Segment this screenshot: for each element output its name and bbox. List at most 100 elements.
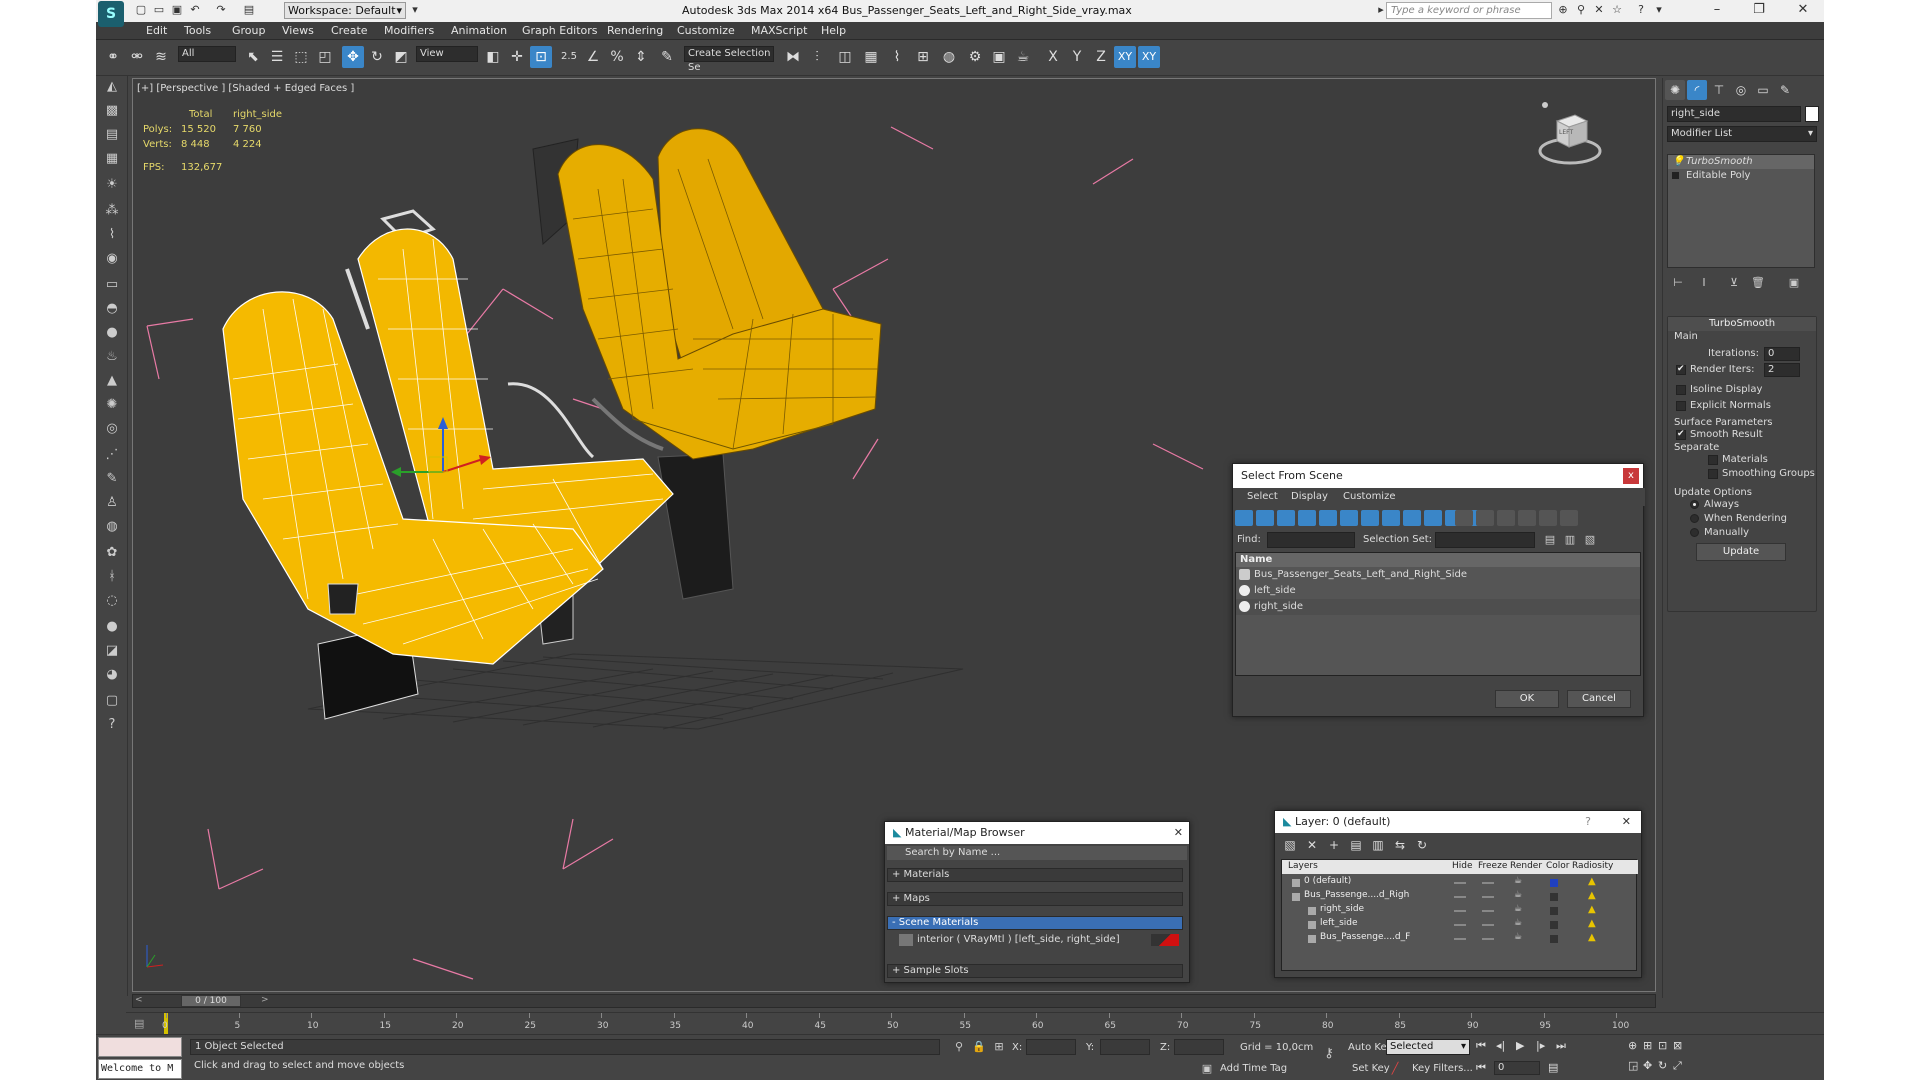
close-button[interactable]: ✕ [1786,0,1820,22]
select-in-layer-icon[interactable]: ▤ [1347,837,1365,853]
render-iters-spinner[interactable]: 2 [1764,363,1800,377]
render-teapot-icon[interactable]: ☕ [1514,932,1522,942]
scene-material-item[interactable]: interior ( VRayMtl ) [left_side, right_s… [895,932,1183,948]
graphite-ribbon-icon[interactable]: ▦ [860,46,882,68]
viewport-layout-icon[interactable]: ◭ [101,76,123,98]
layer-manager-icon[interactable]: ◫ [834,46,856,68]
layer-row[interactable]: right_side ☕ ▲ [1282,904,1638,918]
close-icon[interactable]: ✕ [1622,811,1631,833]
radiosity-icon[interactable]: ▲ [1588,890,1596,901]
image-icon[interactable]: ▩ [101,100,123,122]
menu-customize[interactable]: Customize [677,24,735,37]
layer-toggle[interactable] [1482,938,1494,940]
hair-icon[interactable]: ⋰ [101,444,123,466]
search-input[interactable]: Type a keyword or phrase [1386,2,1552,19]
key-filters-icon[interactable]: ╱ [1388,1062,1402,1076]
utilities-tab-icon[interactable]: ✎ [1775,80,1795,100]
layer-color-swatch[interactable] [1550,907,1558,915]
teapot-icon[interactable]: ♨ [101,346,123,368]
materials-section[interactable]: + Materials [887,868,1183,882]
stack-item-turbosmooth[interactable]: 💡 TurboSmooth [1668,155,1814,169]
workspace-dropdown[interactable]: Workspace: Default ▾ [284,2,406,19]
render-teapot-icon[interactable]: ☕ [1514,918,1522,928]
new-layer-icon[interactable]: ▧ [1281,837,1299,853]
z-coordinate-field[interactable] [1174,1039,1224,1055]
layer-toggle[interactable] [1454,910,1466,912]
freeze-all-icon[interactable]: ↻ [1413,837,1431,853]
track-bar[interactable]: ▤ 0 5 10 15 20 25 30 35 40 45 50 55 60 65 70 75 80 85 90 95… [126,1012,1824,1035]
list-icon[interactable]: ▤ [101,124,123,146]
maximize-button[interactable]: ❐ [1742,0,1776,22]
cone-icon[interactable]: ▲ [101,370,123,392]
layer-column-header[interactable]: Radiosity [1572,861,1613,871]
render-teapot-icon[interactable]: ☕ [1514,876,1522,886]
maximize-viewport-icon[interactable]: ⤢ [1673,1059,1682,1073]
display-geometry-icon[interactable] [1235,510,1253,526]
layer-color-swatch[interactable] [1550,921,1558,929]
time-configuration-icon[interactable]: ▤ [1548,1061,1558,1074]
name-column-header[interactable]: Name [1236,553,1640,567]
project-folder-icon[interactable]: ▤ [242,3,256,17]
zoom-all-icon[interactable]: ⊞ [1643,1039,1652,1052]
display-containers-icon[interactable] [1424,510,1442,526]
menu-modifiers[interactable]: Modifiers [384,24,434,37]
close-icon[interactable]: ✕ [1174,822,1183,844]
save-file-icon[interactable]: ▣ [170,3,184,17]
pivot-center-icon[interactable]: ◧ [482,46,504,68]
make-unique-icon[interactable]: ⊻ [1727,276,1741,290]
character-icon[interactable]: ♙ [101,492,123,514]
display-none-icon[interactable] [1476,510,1494,526]
viewport-label[interactable]: [+] [Perspective ] [Shaded + Edged Faces… [137,83,354,94]
next-frame-icon[interactable]: |▸ [1536,1039,1545,1052]
display-tab-icon[interactable]: ▭ [1753,80,1773,100]
maxscript-listener-input[interactable] [98,1037,182,1057]
particles-icon[interactable]: ⁂ [101,200,123,222]
display-groups-icon[interactable] [1361,510,1379,526]
percent-snap-icon[interactable]: % [606,46,628,68]
select-and-scale-icon[interactable]: ◩ [390,46,412,68]
material-sphere-icon[interactable]: ● [101,616,123,638]
keyboard-shortcut-override-icon[interactable]: ⊡ [530,46,552,68]
layer-column-header[interactable]: Hide [1452,861,1473,871]
go-to-start-icon[interactable]: ⏮ [1476,1039,1486,1053]
help-icon[interactable]: ? [1634,3,1648,17]
layer-toggle[interactable] [1454,938,1466,940]
redo-icon[interactable]: ↷ [214,3,228,17]
turbosmooth-rollout-header[interactable]: TurboSmooth [1668,317,1816,331]
stack-item-editable-poly[interactable]: Editable Poly [1668,169,1814,183]
modify-tab-icon[interactable]: ◜ [1687,80,1707,100]
camera-icon[interactable]: ◉ [101,248,123,270]
edit-named-selection-icon[interactable]: ✎ [656,46,678,68]
cancel-button[interactable]: Cancel [1567,690,1631,708]
axis-y-button[interactable]: Y [1066,46,1088,68]
paint-icon[interactable]: ✎ [101,468,123,490]
select-by-name-icon[interactable]: ☰ [266,46,288,68]
menu-display[interactable]: Display [1291,491,1328,502]
layer-color-swatch[interactable] [1550,935,1558,943]
iterations-spinner[interactable]: 0 [1764,347,1800,361]
axis-xy-cycle-button[interactable]: XY [1138,46,1160,68]
layer-row[interactable]: left_side ☕ ▲ [1282,918,1638,932]
list-item[interactable]: right_side [1236,599,1640,615]
snaps-toggle-icon[interactable]: 2.5 [558,46,580,68]
configure-sets-icon[interactable]: ▣ [1787,276,1801,290]
favorites-icon[interactable]: ☆ [1610,3,1624,17]
menu-graph-editors[interactable]: Graph Editors [522,24,598,37]
menu-animation[interactable]: Animation [451,24,507,37]
menu-select[interactable]: Select [1247,491,1278,502]
separate-materials-checkbox[interactable] [1708,455,1718,465]
layer-toggle[interactable] [1482,896,1494,898]
axis-x-button[interactable]: X [1042,46,1064,68]
pin-stack-icon[interactable]: ⊢ [1671,276,1685,290]
binoculars-icon[interactable]: ⊕ [1556,3,1570,17]
display-bones-icon[interactable] [1403,510,1421,526]
show-end-result-icon[interactable]: I [1697,276,1711,290]
select-object-icon[interactable]: ⬉ [242,46,264,68]
columns-icon[interactable] [1560,510,1578,526]
hide-all-icon[interactable]: ⇆ [1391,837,1409,853]
plane-icon[interactable]: ▭ [101,274,123,296]
viewcube[interactable]: LEFT [1535,99,1605,169]
time-slider-handle[interactable]: 0 / 100 [181,995,241,1007]
scene-materials-section[interactable]: - Scene Materials [887,916,1183,930]
menu-rendering[interactable]: Rendering [607,24,663,37]
